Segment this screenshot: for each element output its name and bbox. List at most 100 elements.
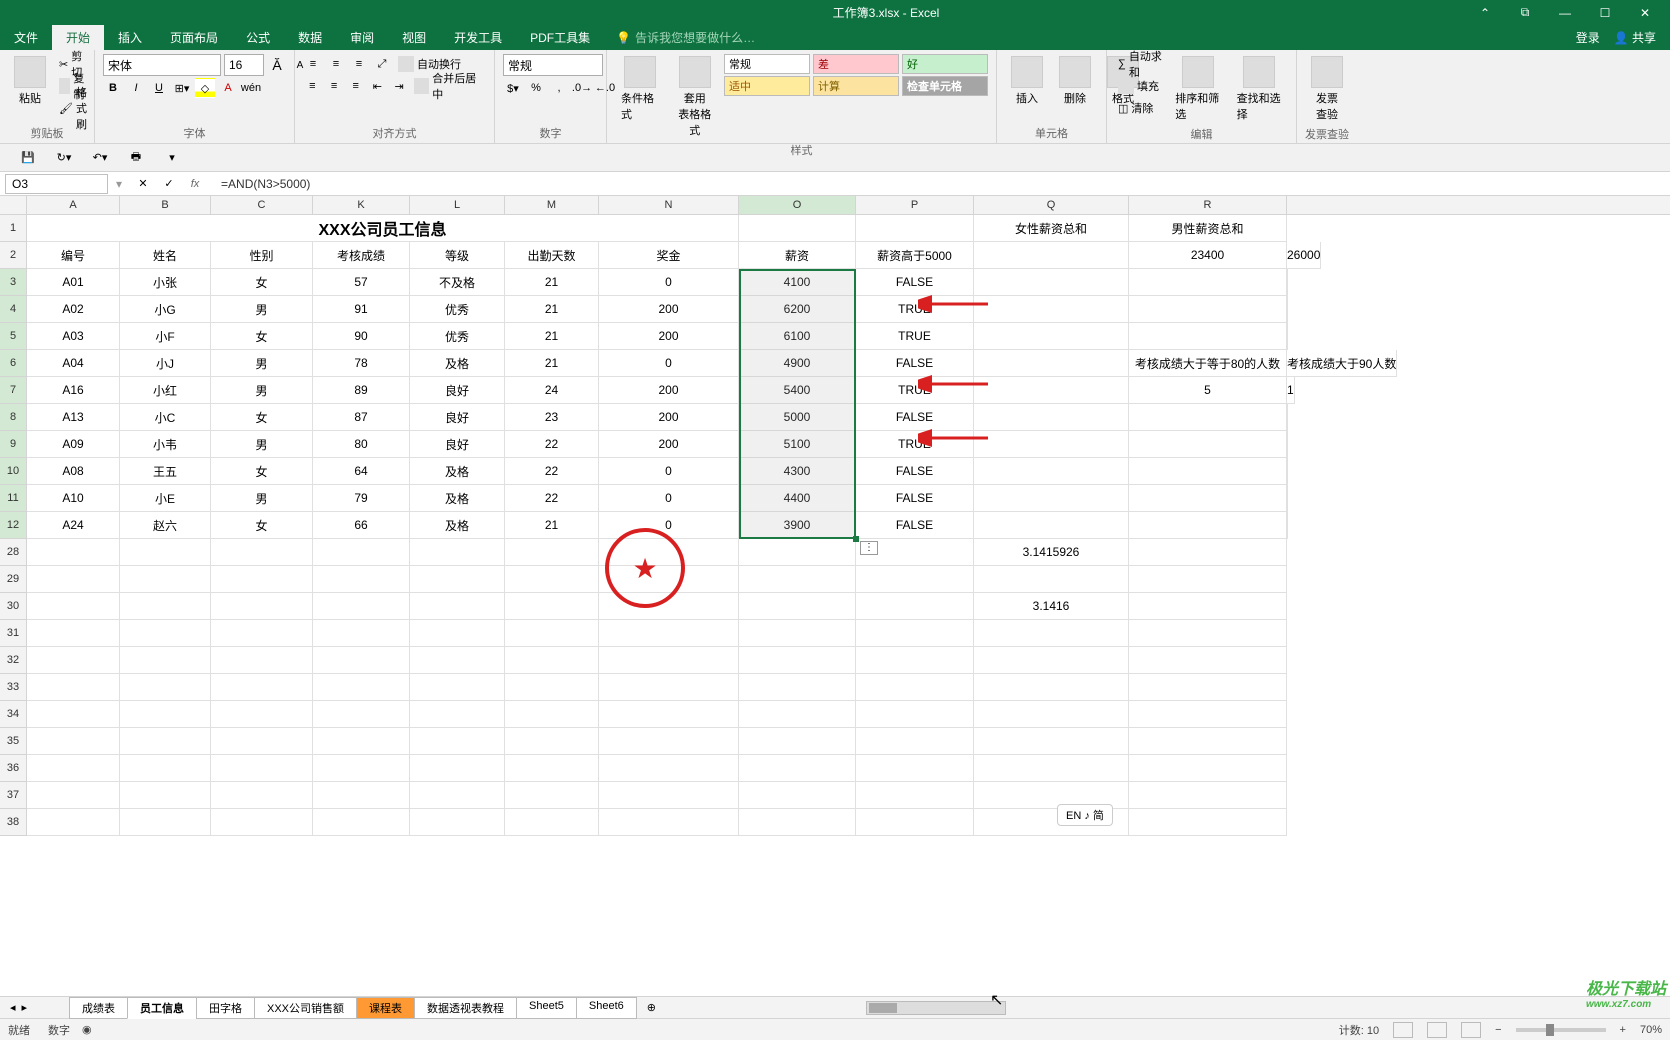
cell[interactable]	[1129, 539, 1287, 566]
row-header-30[interactable]: 30	[0, 593, 27, 620]
cell[interactable]	[739, 566, 856, 593]
hscroll-thumb[interactable]	[869, 1003, 897, 1013]
cell[interactable]	[599, 809, 739, 836]
cell[interactable]	[1287, 431, 1288, 458]
row-header-38[interactable]: 38	[0, 809, 27, 836]
font-size-select[interactable]	[224, 54, 264, 76]
sort-filter-button[interactable]: 排序和筛选	[1169, 54, 1226, 124]
cell[interactable]	[599, 647, 739, 674]
cell[interactable]: 良好	[410, 431, 505, 458]
cell[interactable]: 4300	[739, 458, 856, 485]
cell[interactable]	[211, 674, 313, 701]
sheet-tab[interactable]: 成绩表	[69, 997, 128, 1019]
font-name-select[interactable]	[103, 54, 221, 76]
cell[interactable]	[974, 701, 1129, 728]
col-header-P[interactable]: P	[856, 196, 974, 214]
cell[interactable]: 21	[505, 323, 599, 350]
cell[interactable]: 0	[599, 458, 739, 485]
number-format-select[interactable]	[503, 54, 603, 76]
cell[interactable]	[313, 755, 410, 782]
close-button[interactable]: ✕	[1632, 3, 1658, 23]
cell[interactable]	[856, 809, 974, 836]
fill-button[interactable]: 填充	[1115, 76, 1165, 96]
cell[interactable]: 女	[211, 458, 313, 485]
cell[interactable]: 优秀	[410, 296, 505, 323]
cell[interactable]: 等级	[410, 242, 505, 269]
cell[interactable]: 80	[313, 431, 410, 458]
cell[interactable]	[27, 782, 120, 809]
cell[interactable]: 及格	[410, 485, 505, 512]
cell[interactable]: 4900	[739, 350, 856, 377]
cell[interactable]	[211, 701, 313, 728]
cell[interactable]	[856, 674, 974, 701]
cell[interactable]: A08	[27, 458, 120, 485]
row-header-9[interactable]: 9	[0, 431, 27, 458]
cell[interactable]	[1129, 728, 1287, 755]
login-link[interactable]: 登录	[1576, 29, 1600, 46]
cell[interactable]	[974, 296, 1129, 323]
cell[interactable]: FALSE	[856, 512, 974, 539]
cell[interactable]	[211, 755, 313, 782]
cell[interactable]	[505, 539, 599, 566]
cell[interactable]: 0	[599, 512, 739, 539]
menu-insert[interactable]: 插入	[104, 25, 156, 50]
cell[interactable]	[410, 674, 505, 701]
menu-formula[interactable]: 公式	[232, 25, 284, 50]
style-normal[interactable]: 常规	[724, 54, 810, 74]
sheet-tab[interactable]: XXX公司销售额	[254, 997, 357, 1019]
col-header-B[interactable]: B	[120, 196, 211, 214]
cell[interactable]: 及格	[410, 458, 505, 485]
cell[interactable]	[1129, 296, 1287, 323]
cell[interactable]: 薪资高于5000	[856, 242, 974, 269]
cell[interactable]: TRUE	[856, 431, 974, 458]
grid[interactable]: XXX公司员工信息 女性薪资总和男性薪资总和编号姓名性别考核成绩等级出勤天数奖金…	[27, 215, 1670, 836]
col-header-K[interactable]: K	[313, 196, 410, 214]
fx-button[interactable]: fx	[185, 174, 205, 194]
style-check[interactable]: 检查单元格	[902, 76, 988, 96]
cell[interactable]	[211, 809, 313, 836]
cell[interactable]	[856, 620, 974, 647]
name-box[interactable]: O3	[5, 174, 108, 194]
cell[interactable]	[1287, 458, 1288, 485]
cell[interactable]	[974, 269, 1129, 296]
cell[interactable]: 21	[505, 350, 599, 377]
cell[interactable]	[974, 323, 1129, 350]
menu-data[interactable]: 数据	[284, 25, 336, 50]
cell[interactable]: A16	[27, 377, 120, 404]
cell[interactable]	[739, 620, 856, 647]
tab-prev-button[interactable]: ▸	[22, 1001, 28, 1014]
cell[interactable]: A02	[27, 296, 120, 323]
cell[interactable]	[211, 539, 313, 566]
cond-format-button[interactable]: 条件格式	[615, 54, 666, 124]
row-header-3[interactable]: 3	[0, 269, 27, 296]
sheet-tab[interactable]: Sheet5	[516, 997, 577, 1019]
inc-decimal-button[interactable]: .0→	[572, 78, 592, 98]
cell[interactable]	[120, 620, 211, 647]
cell[interactable]: FALSE	[856, 485, 974, 512]
cell[interactable]: 4400	[739, 485, 856, 512]
cell[interactable]: 78	[313, 350, 410, 377]
cell[interactable]: 200	[599, 296, 739, 323]
cell[interactable]	[599, 701, 739, 728]
row-header-34[interactable]: 34	[0, 701, 27, 728]
style-warn[interactable]: 适中	[724, 76, 810, 96]
cell[interactable]	[974, 674, 1129, 701]
cell[interactable]	[974, 458, 1129, 485]
comma-button[interactable]: ,	[549, 78, 569, 98]
qat-more-button[interactable]: ▾	[162, 148, 182, 168]
row-header-10[interactable]: 10	[0, 458, 27, 485]
percent-button[interactable]: %	[526, 78, 546, 98]
cancel-formula-button[interactable]: ✕	[133, 174, 153, 194]
cell[interactable]: 姓名	[120, 242, 211, 269]
cell[interactable]	[1129, 431, 1287, 458]
cell[interactable]	[120, 782, 211, 809]
row-header-28[interactable]: 28	[0, 539, 27, 566]
cell[interactable]: 女	[211, 512, 313, 539]
cell[interactable]: 0	[599, 485, 739, 512]
cell[interactable]	[505, 647, 599, 674]
row-header-7[interactable]: 7	[0, 377, 27, 404]
enter-formula-button[interactable]: ✓	[159, 174, 179, 194]
cell[interactable]: A24	[27, 512, 120, 539]
menu-view[interactable]: 视图	[388, 25, 440, 50]
cell[interactable]: A04	[27, 350, 120, 377]
